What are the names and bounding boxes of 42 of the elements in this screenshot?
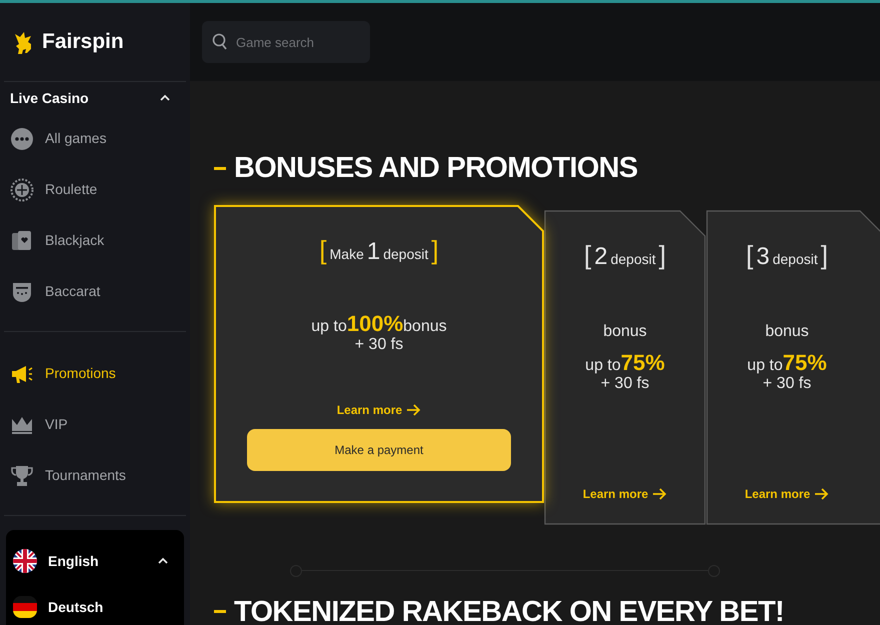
make-payment-button[interactable]: Make a payment [247,428,511,470]
bonus-card[interactable]: [3 deposit] bonus up to75% + 30 fs Learn more [706,210,880,524]
trophy-icon [10,464,34,488]
bonus-text: up to75% [747,348,827,372]
search-icon [212,33,228,51]
learn-more-link[interactable]: Learn more [336,400,422,418]
section-title: TOKENIZED RAKEBACK ON EVERY BET! [234,594,784,625]
bonus-text: bonus [603,322,647,342]
card-title: [2 deposit] [584,238,666,270]
language-option[interactable]: Deutsch [12,584,178,625]
bonus-text: + 30 fs [354,334,404,354]
language-option[interactable]: English [12,538,178,584]
sidebar-item[interactable]: All games [10,113,180,164]
sidebar-item[interactable]: VIP [10,399,180,450]
dots-icon [10,126,34,150]
bonus-text: + 30 fs [762,374,812,394]
arrow-right-icon [651,486,668,502]
bonus-text: + 30 fs [600,374,650,394]
bonus-text: up to75% [585,348,665,372]
search-field[interactable]: Game search [202,21,370,63]
flag-icon [12,594,38,620]
bonus-text: bonus [765,322,809,342]
learn-more-link[interactable]: Learn more [744,484,830,502]
bonus-text: up to100%bonus [311,310,447,332]
section-title: BONUSES AND PROMOTIONS [234,151,638,186]
playing-cards-icon [10,228,34,252]
card-title: [3 deposit] [746,238,828,270]
arrow-right-icon [813,486,830,502]
sidebar-item[interactable]: Blackjack [10,215,180,266]
card-title: [Make 1 deposit] [319,234,439,264]
section-header[interactable]: Live Casino [10,83,180,113]
bonus-card[interactable]: [Make 1 deposit] up to100%bonus + 30 fs Learn more Make a payment [214,204,544,502]
sidebar-item[interactable]: Roulette [10,164,180,215]
sidebar-item[interactable]: Promotions [10,348,180,399]
arrow-right-icon [405,402,422,418]
brand-name: Fairspin [42,29,124,56]
flag-icon [12,548,38,574]
sidebar-item[interactable]: Tournaments [10,450,180,501]
learn-more-link[interactable]: Learn more [582,484,668,502]
roulette-wheel-icon [10,178,34,202]
bonus-card[interactable]: [2 deposit] bonus up to75% + 30 fs Learn more [544,210,706,524]
sidebar-item[interactable]: Baccarat [10,266,180,317]
